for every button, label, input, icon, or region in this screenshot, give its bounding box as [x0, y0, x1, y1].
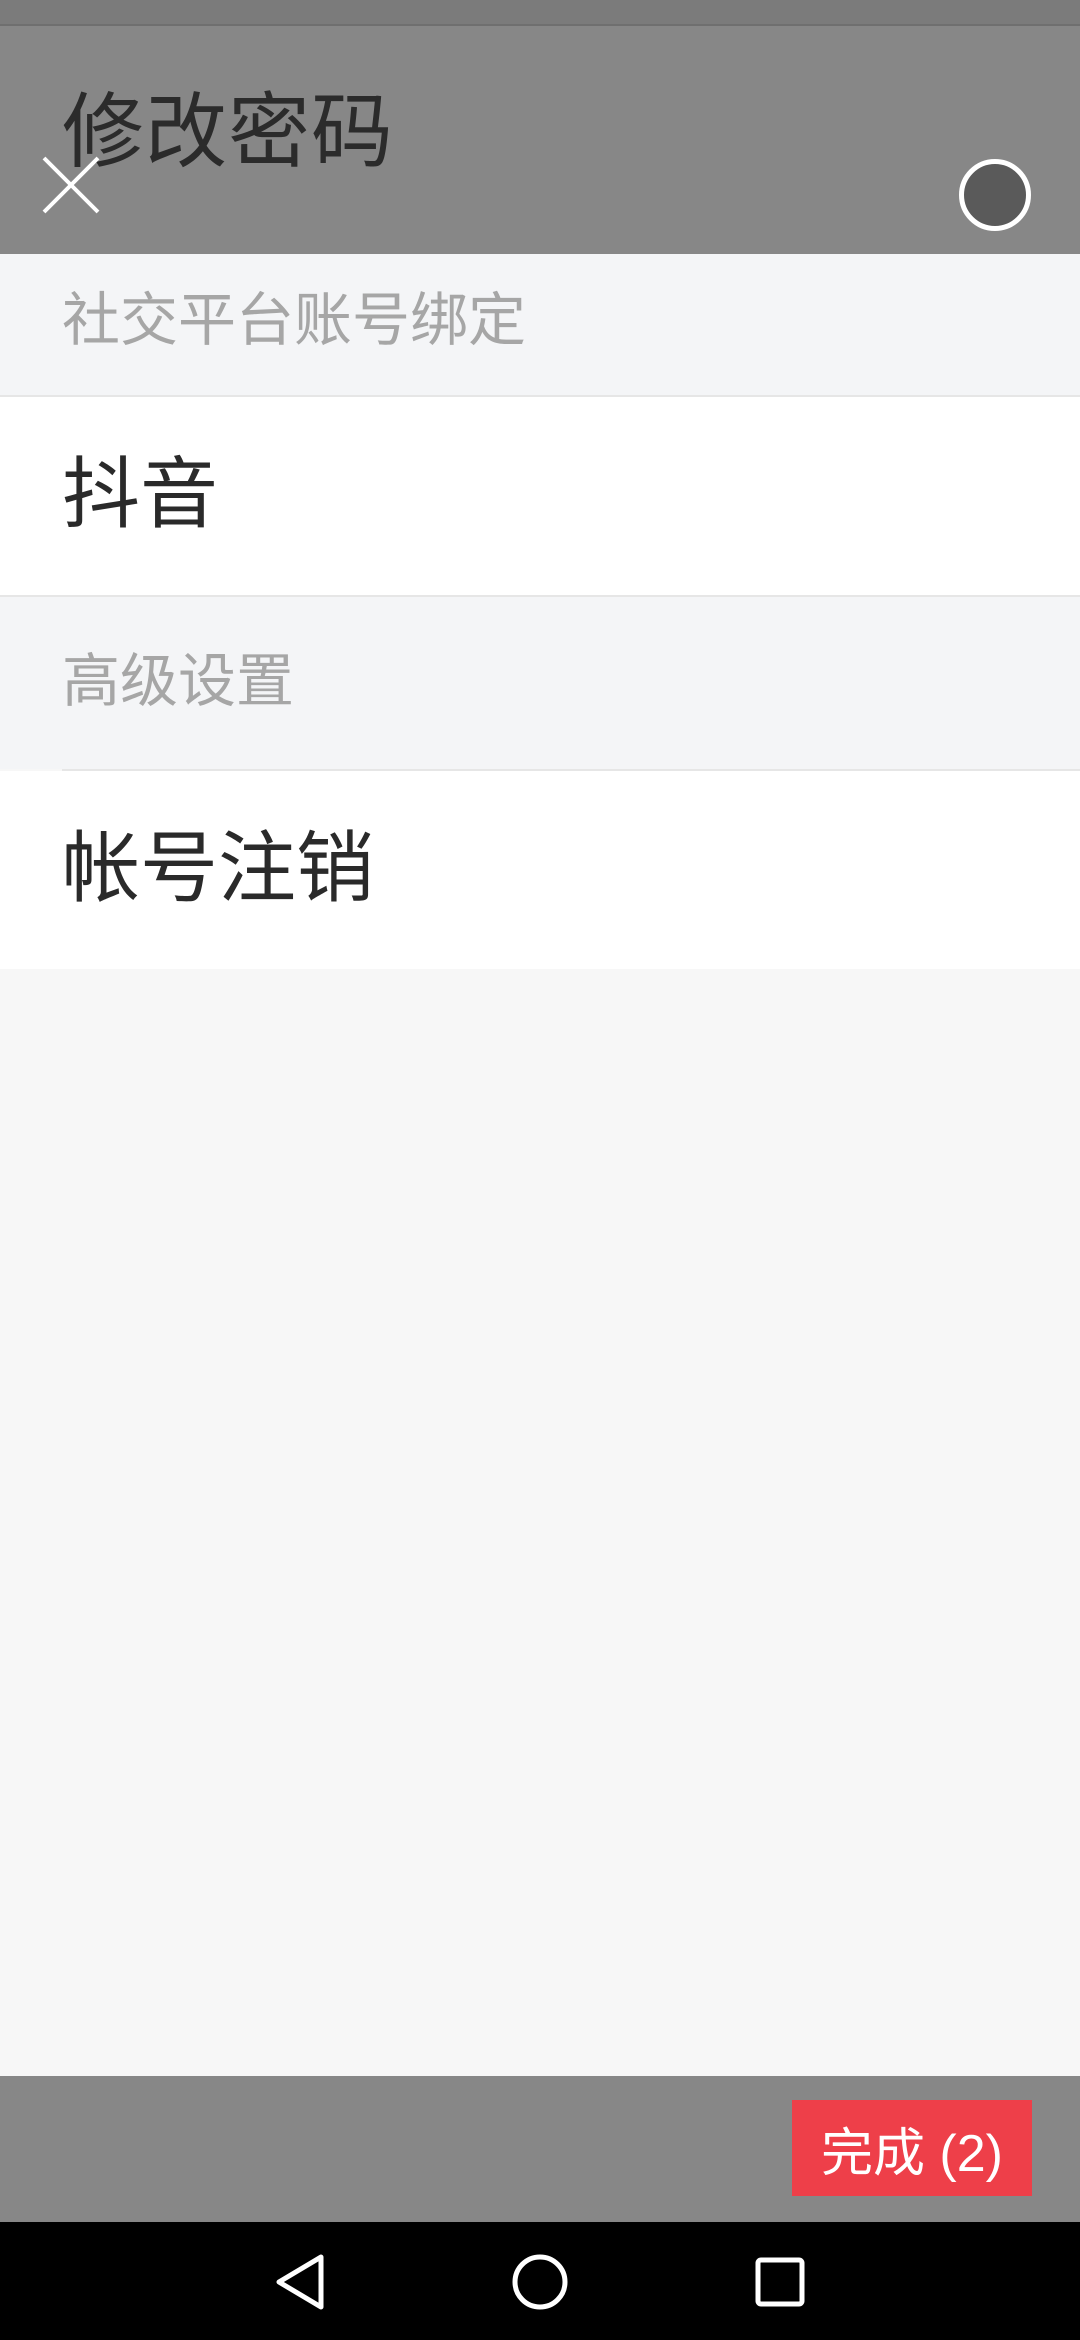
- status-strip: [0, 0, 1080, 26]
- page-title: 修改密码: [62, 85, 395, 180]
- screen: 修改密码 社交平台账号绑定 抖音 高级设置 帐号注销 完成 (2): [0, 0, 1080, 2340]
- bottom-action-bar: 完成 (2): [0, 2076, 1080, 2222]
- header-overlay: 修改密码: [0, 26, 1080, 254]
- nav-home-button[interactable]: [505, 2247, 575, 2317]
- back-triangle-icon: [276, 2254, 324, 2310]
- nav-back-button[interactable]: [265, 2247, 335, 2317]
- section-header-label: 高级设置: [62, 647, 295, 715]
- nav-recents-button[interactable]: [745, 2247, 815, 2317]
- system-nav-bar: [0, 2222, 1080, 2340]
- section-header-advanced: 高级设置: [0, 597, 1080, 769]
- recents-square-icon: [755, 2257, 805, 2307]
- section-header-label: 社交平台账号绑定: [62, 286, 527, 354]
- done-button[interactable]: 完成 (2): [792, 2100, 1032, 2196]
- list-item-label: 抖音: [62, 450, 219, 540]
- list-item-account-deletion[interactable]: 帐号注销: [0, 771, 1080, 969]
- section-header-social: 社交平台账号绑定: [0, 254, 1080, 396]
- circle-button[interactable]: [959, 159, 1031, 231]
- close-icon: [42, 156, 100, 214]
- close-button[interactable]: [38, 152, 104, 218]
- list-item-douyin[interactable]: 抖音: [0, 397, 1080, 595]
- list-item-label: 帐号注销: [62, 824, 375, 914]
- home-circle-icon: [512, 2254, 568, 2310]
